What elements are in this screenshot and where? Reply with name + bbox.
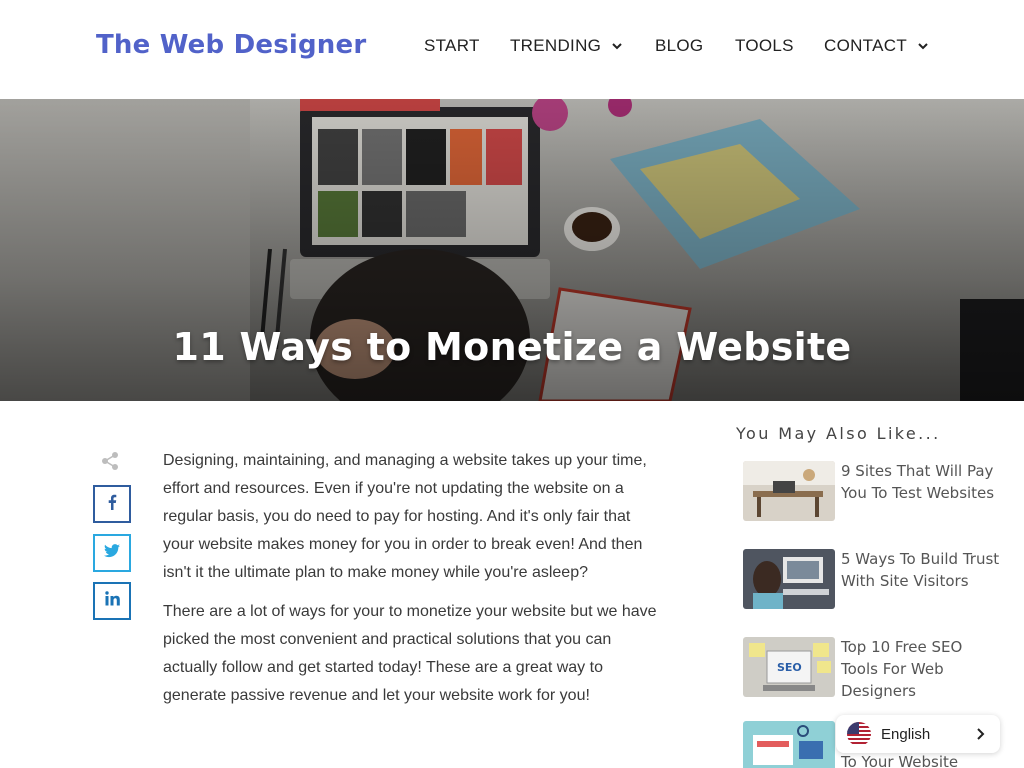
linkedin-icon (104, 591, 120, 611)
related-post-title[interactable]: 5 Ways To Build Trust With Site Visitors (841, 548, 1001, 592)
related-post-thumbnail[interactable] (743, 461, 835, 521)
nav-contact[interactable]: CONTACT (824, 36, 929, 56)
related-post-thumbnail[interactable] (743, 721, 835, 768)
twitter-icon (104, 543, 120, 563)
us-flag-icon (847, 722, 871, 746)
facebook-icon (105, 494, 119, 515)
nav-start[interactable]: START (424, 36, 480, 56)
related-post-title[interactable]: To Your Website (841, 751, 1001, 768)
language-switcher[interactable]: English (836, 715, 1000, 753)
nav-start-label: START (424, 36, 480, 55)
chevron-right-icon (976, 727, 986, 741)
related-post[interactable]: 5 Ways To Build Trust With Site Visitors (743, 549, 1003, 619)
site-logo[interactable]: The Web Designer (96, 30, 366, 60)
related-post[interactable]: SEO Top 10 Free SEO Tools For Web Design… (743, 637, 1003, 707)
article-paragraph: There are a lot of ways for your to mone… (163, 603, 657, 704)
nav-trending[interactable]: TRENDING (510, 36, 623, 56)
site-header: The Web Designer START TRENDING BLOG TOO… (0, 0, 1024, 99)
chevron-down-icon (917, 40, 929, 52)
article-paragraph: Designing, maintaining, and managing a w… (163, 452, 647, 581)
related-post-thumbnail[interactable]: SEO (743, 637, 835, 697)
related-post-title[interactable]: Top 10 Free SEO Tools For Web Designers (841, 636, 1001, 702)
linkedin-share-button[interactable] (93, 582, 131, 620)
twitter-share-button[interactable] (93, 534, 131, 572)
language-label: English (881, 725, 931, 743)
related-post-title[interactable]: 9 Sites That Will Pay You To Test Websit… (841, 460, 1001, 504)
nav-trending-label: TRENDING (510, 36, 602, 55)
nav-tools-label: TOOLS (735, 36, 794, 55)
svg-text:SEO: SEO (777, 661, 802, 674)
nav-tools[interactable]: TOOLS (735, 36, 794, 56)
related-post[interactable]: 9 Sites That Will Pay You To Test Websit… (743, 461, 1003, 531)
share-icon[interactable] (100, 451, 120, 471)
related-post-thumbnail[interactable] (743, 549, 835, 609)
chevron-down-icon (611, 40, 623, 52)
sidebar-title: You May Also Like... (736, 424, 941, 443)
hero-banner: 11 Ways to Monetize a Website (0, 99, 1024, 401)
article-body: Designing, maintaining, and managing a w… (163, 447, 663, 721)
nav-contact-label: CONTACT (824, 36, 907, 55)
nav-blog-label: BLOG (655, 36, 704, 55)
nav-blog[interactable]: BLOG (655, 36, 703, 56)
page-title: 11 Ways to Monetize a Website (172, 325, 852, 369)
facebook-share-button[interactable] (93, 485, 131, 523)
